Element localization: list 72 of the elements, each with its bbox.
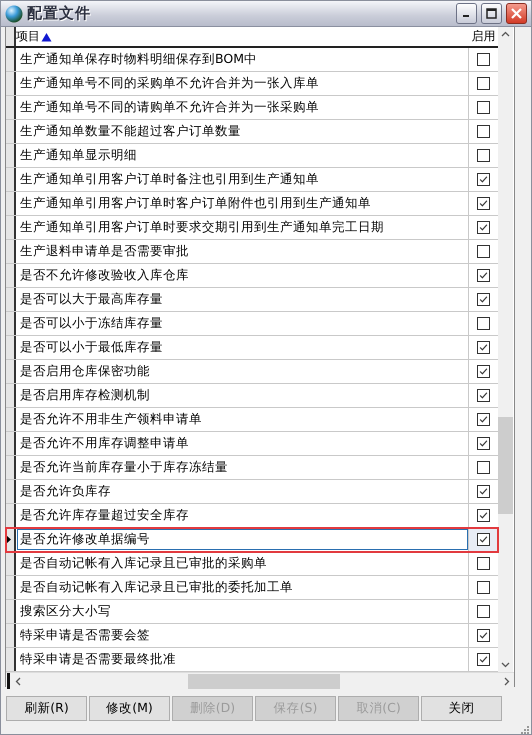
checkbox[interactable] <box>477 557 490 570</box>
checkbox[interactable] <box>477 341 490 354</box>
row-header[interactable] <box>6 288 16 311</box>
close-icon <box>511 8 522 19</box>
checkbox[interactable] <box>477 245 490 258</box>
action-button[interactable]: 关闭 <box>421 696 502 721</box>
row-header[interactable] <box>6 528 16 551</box>
checkbox[interactable] <box>477 101 490 114</box>
row-header[interactable] <box>6 240 16 263</box>
checkbox[interactable] <box>477 653 490 666</box>
checkbox[interactable] <box>477 269 490 282</box>
resize-grip-icon[interactable] <box>519 724 529 734</box>
row-header[interactable] <box>6 480 16 503</box>
row-header[interactable] <box>6 384 16 407</box>
row-header[interactable] <box>6 576 16 599</box>
action-button[interactable]: 修改(M) <box>89 696 170 721</box>
checkbox[interactable] <box>477 581 490 594</box>
row-header[interactable] <box>6 120 16 143</box>
checkbox[interactable] <box>477 365 490 378</box>
row-header <box>6 27 16 46</box>
column-header[interactable]: 启用 <box>472 28 496 45</box>
checkbox[interactable] <box>477 629 490 642</box>
checkbox[interactable] <box>477 125 490 138</box>
checkbox[interactable] <box>477 509 490 522</box>
window-title: 配置文件 <box>27 4 92 23</box>
row-header[interactable] <box>6 624 16 647</box>
row-header[interactable] <box>6 360 16 383</box>
row-header[interactable] <box>6 48 16 71</box>
scrollbar-thumb[interactable] <box>188 674 340 688</box>
checkbox[interactable] <box>477 173 490 186</box>
globe-icon <box>5 4 23 22</box>
minimize-button[interactable] <box>456 3 477 24</box>
checkbox[interactable] <box>477 77 490 90</box>
maximize-icon <box>486 8 497 19</box>
checkbox[interactable] <box>477 437 490 450</box>
row-header[interactable] <box>6 336 16 359</box>
row-header[interactable] <box>6 408 16 431</box>
checkbox[interactable] <box>477 485 490 498</box>
row-pointer-icon <box>6 535 11 544</box>
row-header[interactable] <box>6 144 16 167</box>
checkbox[interactable] <box>477 197 490 210</box>
checkbox[interactable] <box>477 317 490 330</box>
row-header[interactable] <box>6 648 16 671</box>
column-header[interactable]: 项目 <box>16 28 40 45</box>
checkbox[interactable] <box>477 461 490 474</box>
row-header[interactable] <box>6 432 16 455</box>
checkbox[interactable] <box>477 413 490 426</box>
checkbox[interactable] <box>477 389 490 402</box>
row-header[interactable] <box>6 96 16 119</box>
checkbox[interactable] <box>477 149 490 162</box>
checkbox[interactable] <box>477 605 490 618</box>
maximize-button[interactable] <box>481 3 502 24</box>
row-marker-icon <box>6 673 11 689</box>
row-header[interactable] <box>6 192 16 215</box>
row-header[interactable] <box>6 552 16 575</box>
row-header[interactable] <box>6 456 16 479</box>
horizontal-scrollbar[interactable] <box>6 672 514 689</box>
checkbox[interactable] <box>477 221 490 234</box>
row-header[interactable] <box>6 72 16 95</box>
row-header[interactable] <box>6 216 16 239</box>
row-header[interactable] <box>6 600 16 623</box>
scrollbar-thumb[interactable] <box>498 417 513 514</box>
vertical-scrollbar[interactable] <box>498 27 513 672</box>
row-header[interactable] <box>6 264 16 287</box>
row-header[interactable] <box>6 312 16 335</box>
action-button[interactable]: 刷新(R) <box>6 696 87 721</box>
checkbox[interactable] <box>477 293 490 306</box>
row-header[interactable] <box>6 504 16 527</box>
row-header[interactable] <box>6 168 16 191</box>
close-button[interactable] <box>506 3 527 24</box>
checkbox[interactable] <box>477 53 490 66</box>
checkbox[interactable] <box>477 533 490 546</box>
